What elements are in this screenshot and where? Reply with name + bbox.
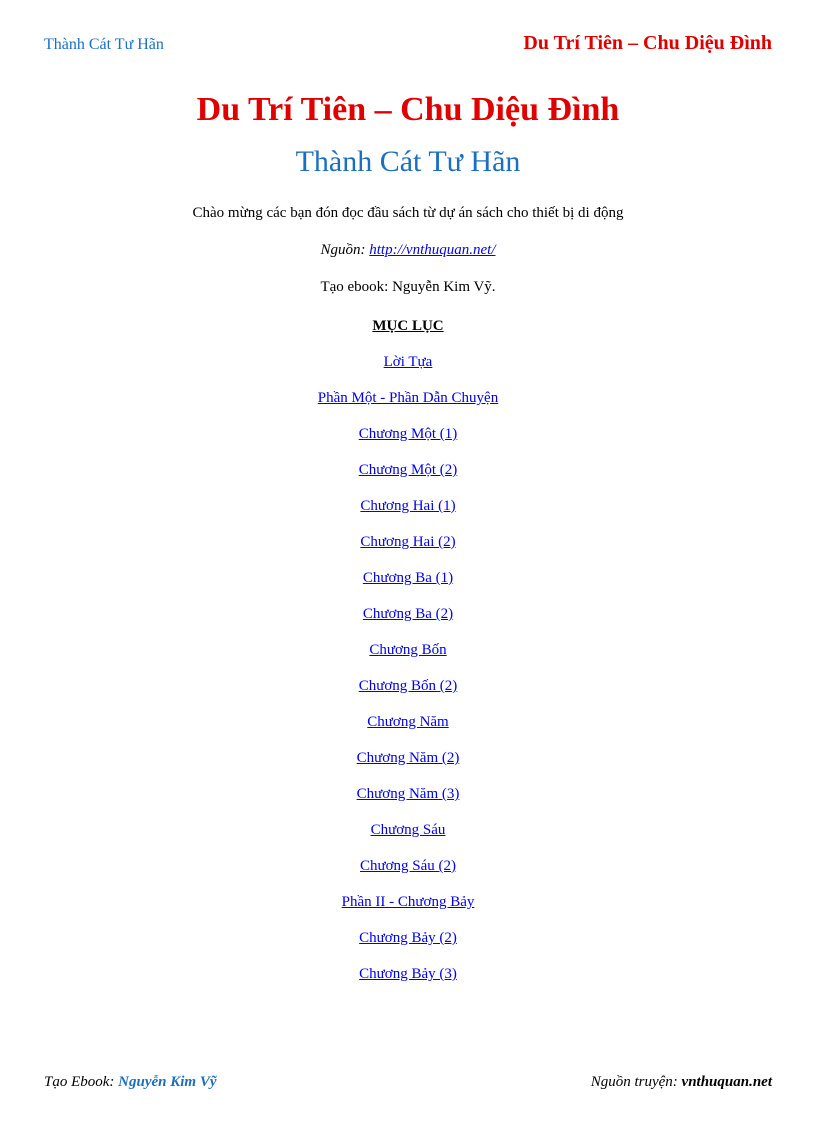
source-link[interactable]: http://vnthuquan.net/ bbox=[369, 242, 495, 258]
toc-item[interactable]: Chương Năm (2) bbox=[357, 750, 460, 767]
toc-item[interactable]: Chương Hai (1) bbox=[360, 498, 455, 515]
title-sub: Thành Cát Tư Hãn bbox=[44, 145, 772, 179]
footer-left: Tạo Ebook: Nguyễn Kim Vỹ bbox=[44, 1074, 217, 1091]
footer-right: Nguồn truyện: vnthuquan.net bbox=[591, 1074, 772, 1091]
toc-item[interactable]: Chương Sáu (2) bbox=[360, 858, 456, 875]
toc-item[interactable]: Chương Ba (2) bbox=[363, 606, 453, 623]
toc-item[interactable]: Chương Bốn bbox=[369, 642, 446, 659]
footer-left-name: Nguyễn Kim Vỹ bbox=[118, 1074, 216, 1090]
toc-item[interactable]: Chương Sáu bbox=[371, 822, 446, 839]
toc-list: Lời Tựa Phần Một - Phần Dẫn Chuyện Chươn… bbox=[44, 353, 772, 1001]
toc-heading: MỤC LỤC bbox=[44, 318, 772, 335]
creator-line: Tạo ebook: Nguyễn Kim Vỹ. bbox=[44, 279, 772, 296]
footer-right-name: vnthuquan.net bbox=[682, 1074, 772, 1090]
footer-row: Tạo Ebook: Nguyễn Kim Vỹ Nguồn truyện: v… bbox=[44, 1074, 772, 1091]
toc-item[interactable]: Chương Năm (3) bbox=[357, 786, 460, 803]
toc-item[interactable]: Lời Tựa bbox=[384, 354, 433, 371]
source-line: Nguồn: http://vnthuquan.net/ bbox=[44, 242, 772, 259]
toc-item[interactable]: Chương Một (1) bbox=[359, 426, 458, 443]
toc-item[interactable]: Chương Bảy (2) bbox=[359, 930, 457, 947]
footer-left-label: Tạo Ebook bbox=[44, 1074, 109, 1090]
toc-item[interactable]: Chương Ba (1) bbox=[363, 570, 453, 587]
toc-item[interactable]: Chương Hai (2) bbox=[360, 534, 455, 551]
source-label: Nguồn: bbox=[321, 242, 370, 258]
footer-right-label: Nguồn truyện bbox=[591, 1074, 673, 1090]
header-left-title: Thành Cát Tư Hãn bbox=[44, 36, 164, 54]
toc-item[interactable]: Chương Bảy (3) bbox=[359, 966, 457, 983]
toc-item[interactable]: Phần II - Chương Bảy bbox=[342, 894, 475, 911]
toc-item[interactable]: Phần Một - Phần Dẫn Chuyện bbox=[318, 390, 498, 407]
toc-item[interactable]: Chương Một (2) bbox=[359, 462, 458, 479]
intro-text: Chào mừng các bạn đón đọc đầu sách từ dự… bbox=[44, 205, 772, 222]
header-right-title: Du Trí Tiên – Chu Diệu Đình bbox=[523, 32, 772, 55]
toc-item[interactable]: Chương Bốn (2) bbox=[359, 678, 458, 695]
header-row: Thành Cát Tư Hãn Du Trí Tiên – Chu Diệu … bbox=[44, 32, 772, 55]
title-main: Du Trí Tiên – Chu Diệu Đình bbox=[44, 91, 772, 129]
toc-item[interactable]: Chương Năm bbox=[367, 714, 448, 731]
